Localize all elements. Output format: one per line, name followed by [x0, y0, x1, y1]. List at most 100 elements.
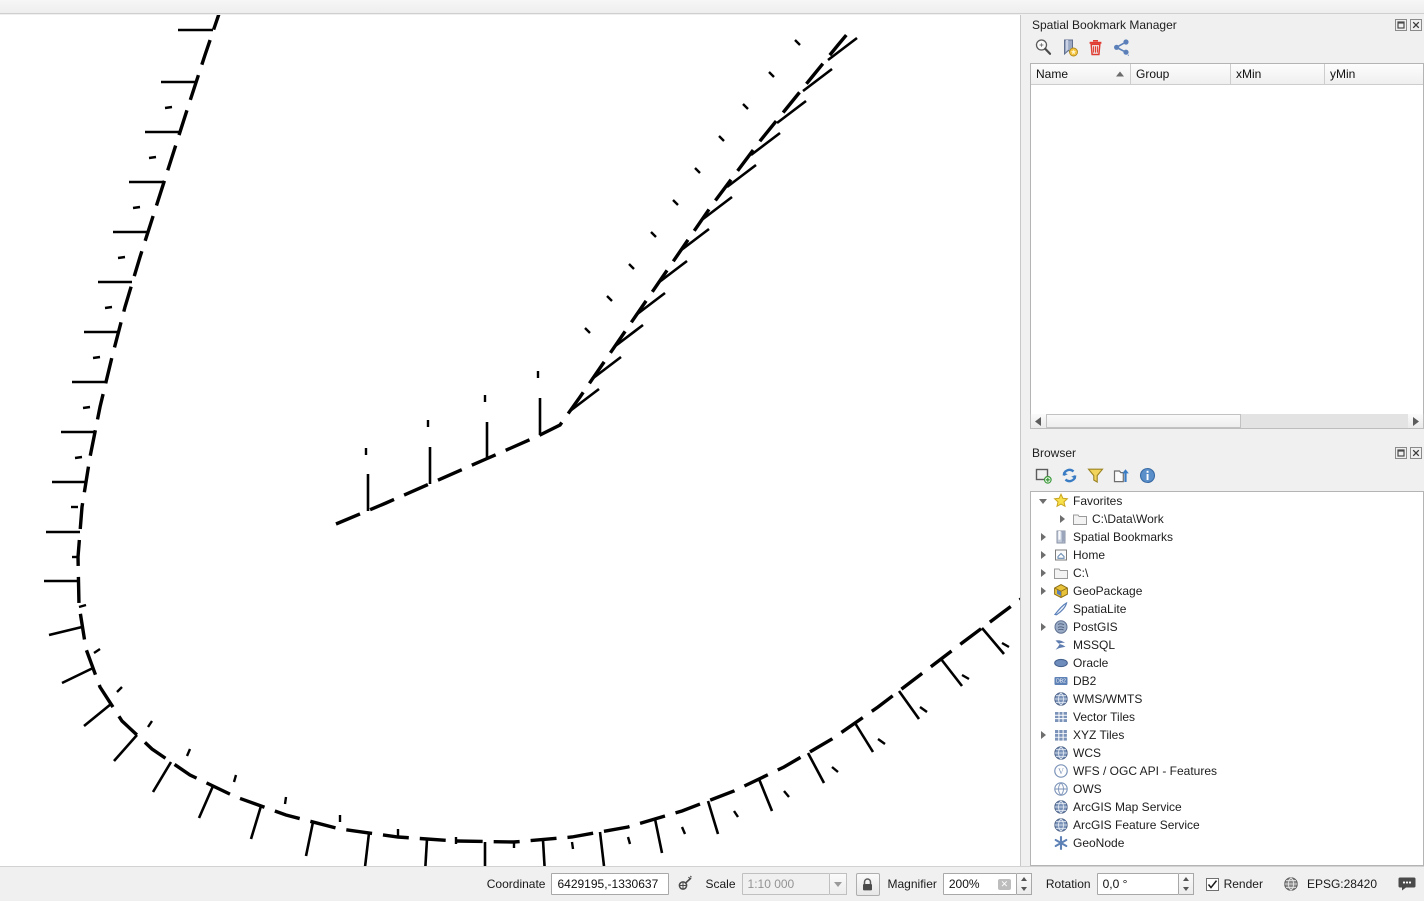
hscroll-track[interactable] [1046, 414, 1408, 428]
fault-line-inner [336, 33, 848, 524]
bookmark-table[interactable]: Name Group xMin yMin [1030, 63, 1424, 415]
refresh-icon[interactable] [1058, 464, 1080, 486]
browser-tree-item[interactable]: DB2DB2 [1031, 672, 1423, 690]
magnifier-spinner[interactable] [1017, 873, 1032, 895]
hscroll-right-arrow[interactable] [1408, 414, 1423, 428]
add-bookmark-icon[interactable] [1058, 36, 1080, 58]
folder-icon [1070, 510, 1090, 528]
scale-lock-button[interactable] [856, 873, 880, 896]
tree-twisty-placeholder [1035, 834, 1051, 852]
rotation-input[interactable]: 0,0 ° [1097, 873, 1179, 895]
bookmark-col-xmin[interactable]: xMin [1231, 64, 1325, 85]
chevron-right-icon[interactable] [1035, 582, 1051, 600]
oracle-icon [1051, 654, 1071, 672]
properties-icon[interactable] [1136, 464, 1158, 486]
magnifier-value: 200% [949, 877, 992, 891]
zoom-to-bookmark-icon[interactable] [1032, 36, 1054, 58]
browser-tree-item[interactable]: XYZ Tiles [1031, 726, 1423, 744]
map-features [0, 15, 1021, 866]
browser-tree-item-label: WMS/WMTS [1071, 692, 1142, 706]
bookmark-panel-float-button[interactable] [1394, 19, 1407, 32]
rotation-spinner[interactable] [1179, 873, 1194, 895]
browser-tree-item[interactable]: SpatiaLite [1031, 600, 1423, 618]
scale-input[interactable]: 1:10 000 [742, 873, 830, 895]
bookmark-table-hscrollbar[interactable] [1030, 414, 1424, 429]
scale-dropdown-arrow[interactable] [830, 873, 847, 895]
browser-tree-item[interactable]: GeoNode [1031, 834, 1423, 852]
bookmark-icon [1051, 528, 1071, 546]
hscroll-thumb[interactable] [1046, 414, 1241, 428]
browser-panel-toolbar [1030, 463, 1424, 487]
magnifier-label: Magnifier [888, 877, 937, 891]
collapse-all-icon[interactable] [1110, 464, 1132, 486]
browser-tree-item[interactable]: Vector Tiles [1031, 708, 1423, 726]
browser-tree-item[interactable]: ArcGIS Map Service [1031, 798, 1423, 816]
browser-tree-item-label: SpatiaLite [1071, 602, 1126, 616]
browser-tree-item[interactable]: Oracle [1031, 654, 1423, 672]
crs-globe-icon[interactable] [1279, 872, 1303, 896]
tree-twisty-placeholder [1035, 672, 1051, 690]
tree-twisty-placeholder [1035, 780, 1051, 798]
chevron-right-icon[interactable] [1035, 528, 1051, 546]
right-dock-area: Spatial Bookmark Manager [1022, 15, 1424, 866]
browser-tree-item-label: Spatial Bookmarks [1071, 530, 1173, 544]
browser-tree-item[interactable]: MSSQL [1031, 636, 1423, 654]
tree-twisty-placeholder [1035, 654, 1051, 672]
delete-bookmark-icon[interactable] [1084, 36, 1106, 58]
chevron-right-icon[interactable] [1035, 546, 1051, 564]
spatialite-icon [1051, 600, 1071, 618]
tree-twisty-placeholder [1035, 600, 1051, 618]
messages-icon[interactable] [1395, 872, 1419, 896]
coordinate-input[interactable]: 6429195,-1330637 [551, 873, 669, 895]
globe-icon [1051, 798, 1071, 816]
browser-tree-item-label: Home [1071, 548, 1105, 562]
fault-line-inner-ticks [368, 38, 857, 511]
mssql-icon [1051, 636, 1071, 654]
toggle-extents-icon[interactable] [673, 872, 697, 896]
magnifier-clear-icon[interactable]: ✕ [998, 879, 1011, 890]
bookmark-col-name[interactable]: Name [1031, 64, 1131, 85]
browser-tree-item[interactable]: Home [1031, 546, 1423, 564]
bookmark-panel-titlebar: Spatial Bookmark Manager [1030, 15, 1424, 35]
browser-tree-item-label: GeoNode [1071, 836, 1124, 850]
browser-tree-item[interactable]: GeoPackage [1031, 582, 1423, 600]
browser-tree-item[interactable]: WMS/WMTS [1031, 690, 1423, 708]
browser-tree-item[interactable]: OWS [1031, 780, 1423, 798]
render-checkbox[interactable] [1206, 878, 1219, 891]
browser-tree-item[interactable]: VWFS / OGC API - Features [1031, 762, 1423, 780]
svg-text:DB2: DB2 [1056, 679, 1066, 685]
tree-twisty-placeholder [1035, 798, 1051, 816]
qgis-main-window: Spatial Bookmark Manager [0, 0, 1424, 901]
bookmark-col-group[interactable]: Group [1131, 64, 1231, 85]
hscroll-left-arrow[interactable] [1031, 414, 1046, 428]
browser-tree-item-label: C:\ [1071, 566, 1088, 580]
map-canvas[interactable] [0, 15, 1021, 866]
browser-tree-item[interactable]: C:\Data\Work [1031, 510, 1423, 528]
browser-tree[interactable]: FavoritesC:\Data\Work Spatial Bookmarks Ho… [1030, 491, 1424, 866]
browser-tree-item[interactable]: Favorites [1031, 492, 1423, 510]
filter-icon[interactable] [1084, 464, 1106, 486]
magnifier-input[interactable]: 200% ✕ [943, 873, 1017, 895]
tiles-icon [1051, 708, 1071, 726]
chevron-down-icon[interactable] [1035, 492, 1051, 510]
browser-tree-item[interactable]: C:\ [1031, 564, 1423, 582]
browser-tree-item[interactable]: WCS [1031, 744, 1423, 762]
add-layer-icon[interactable] [1032, 464, 1054, 486]
fault-line-outer-dots [71, 107, 1009, 849]
bookmark-col-ymin[interactable]: yMin [1325, 64, 1423, 85]
db2-icon: DB2 [1051, 672, 1071, 690]
chevron-right-icon[interactable] [1054, 510, 1070, 528]
bookmark-col-xmin-label: xMin [1236, 67, 1261, 81]
chevron-right-icon[interactable] [1035, 564, 1051, 582]
crs-label[interactable]: EPSG:28420 [1307, 877, 1377, 891]
browser-panel-float-button[interactable] [1394, 447, 1407, 460]
import-export-bookmark-icon[interactable] [1110, 36, 1132, 58]
browser-tree-item-label: WCS [1071, 746, 1101, 760]
chevron-right-icon[interactable] [1035, 618, 1051, 636]
chevron-right-icon[interactable] [1035, 726, 1051, 744]
bookmark-panel-close-button[interactable] [1409, 19, 1422, 32]
browser-tree-item[interactable]: ArcGIS Feature Service [1031, 816, 1423, 834]
browser-tree-item[interactable]: Spatial Bookmarks [1031, 528, 1423, 546]
browser-panel-close-button[interactable] [1409, 447, 1422, 460]
browser-tree-item[interactable]: PostGIS [1031, 618, 1423, 636]
